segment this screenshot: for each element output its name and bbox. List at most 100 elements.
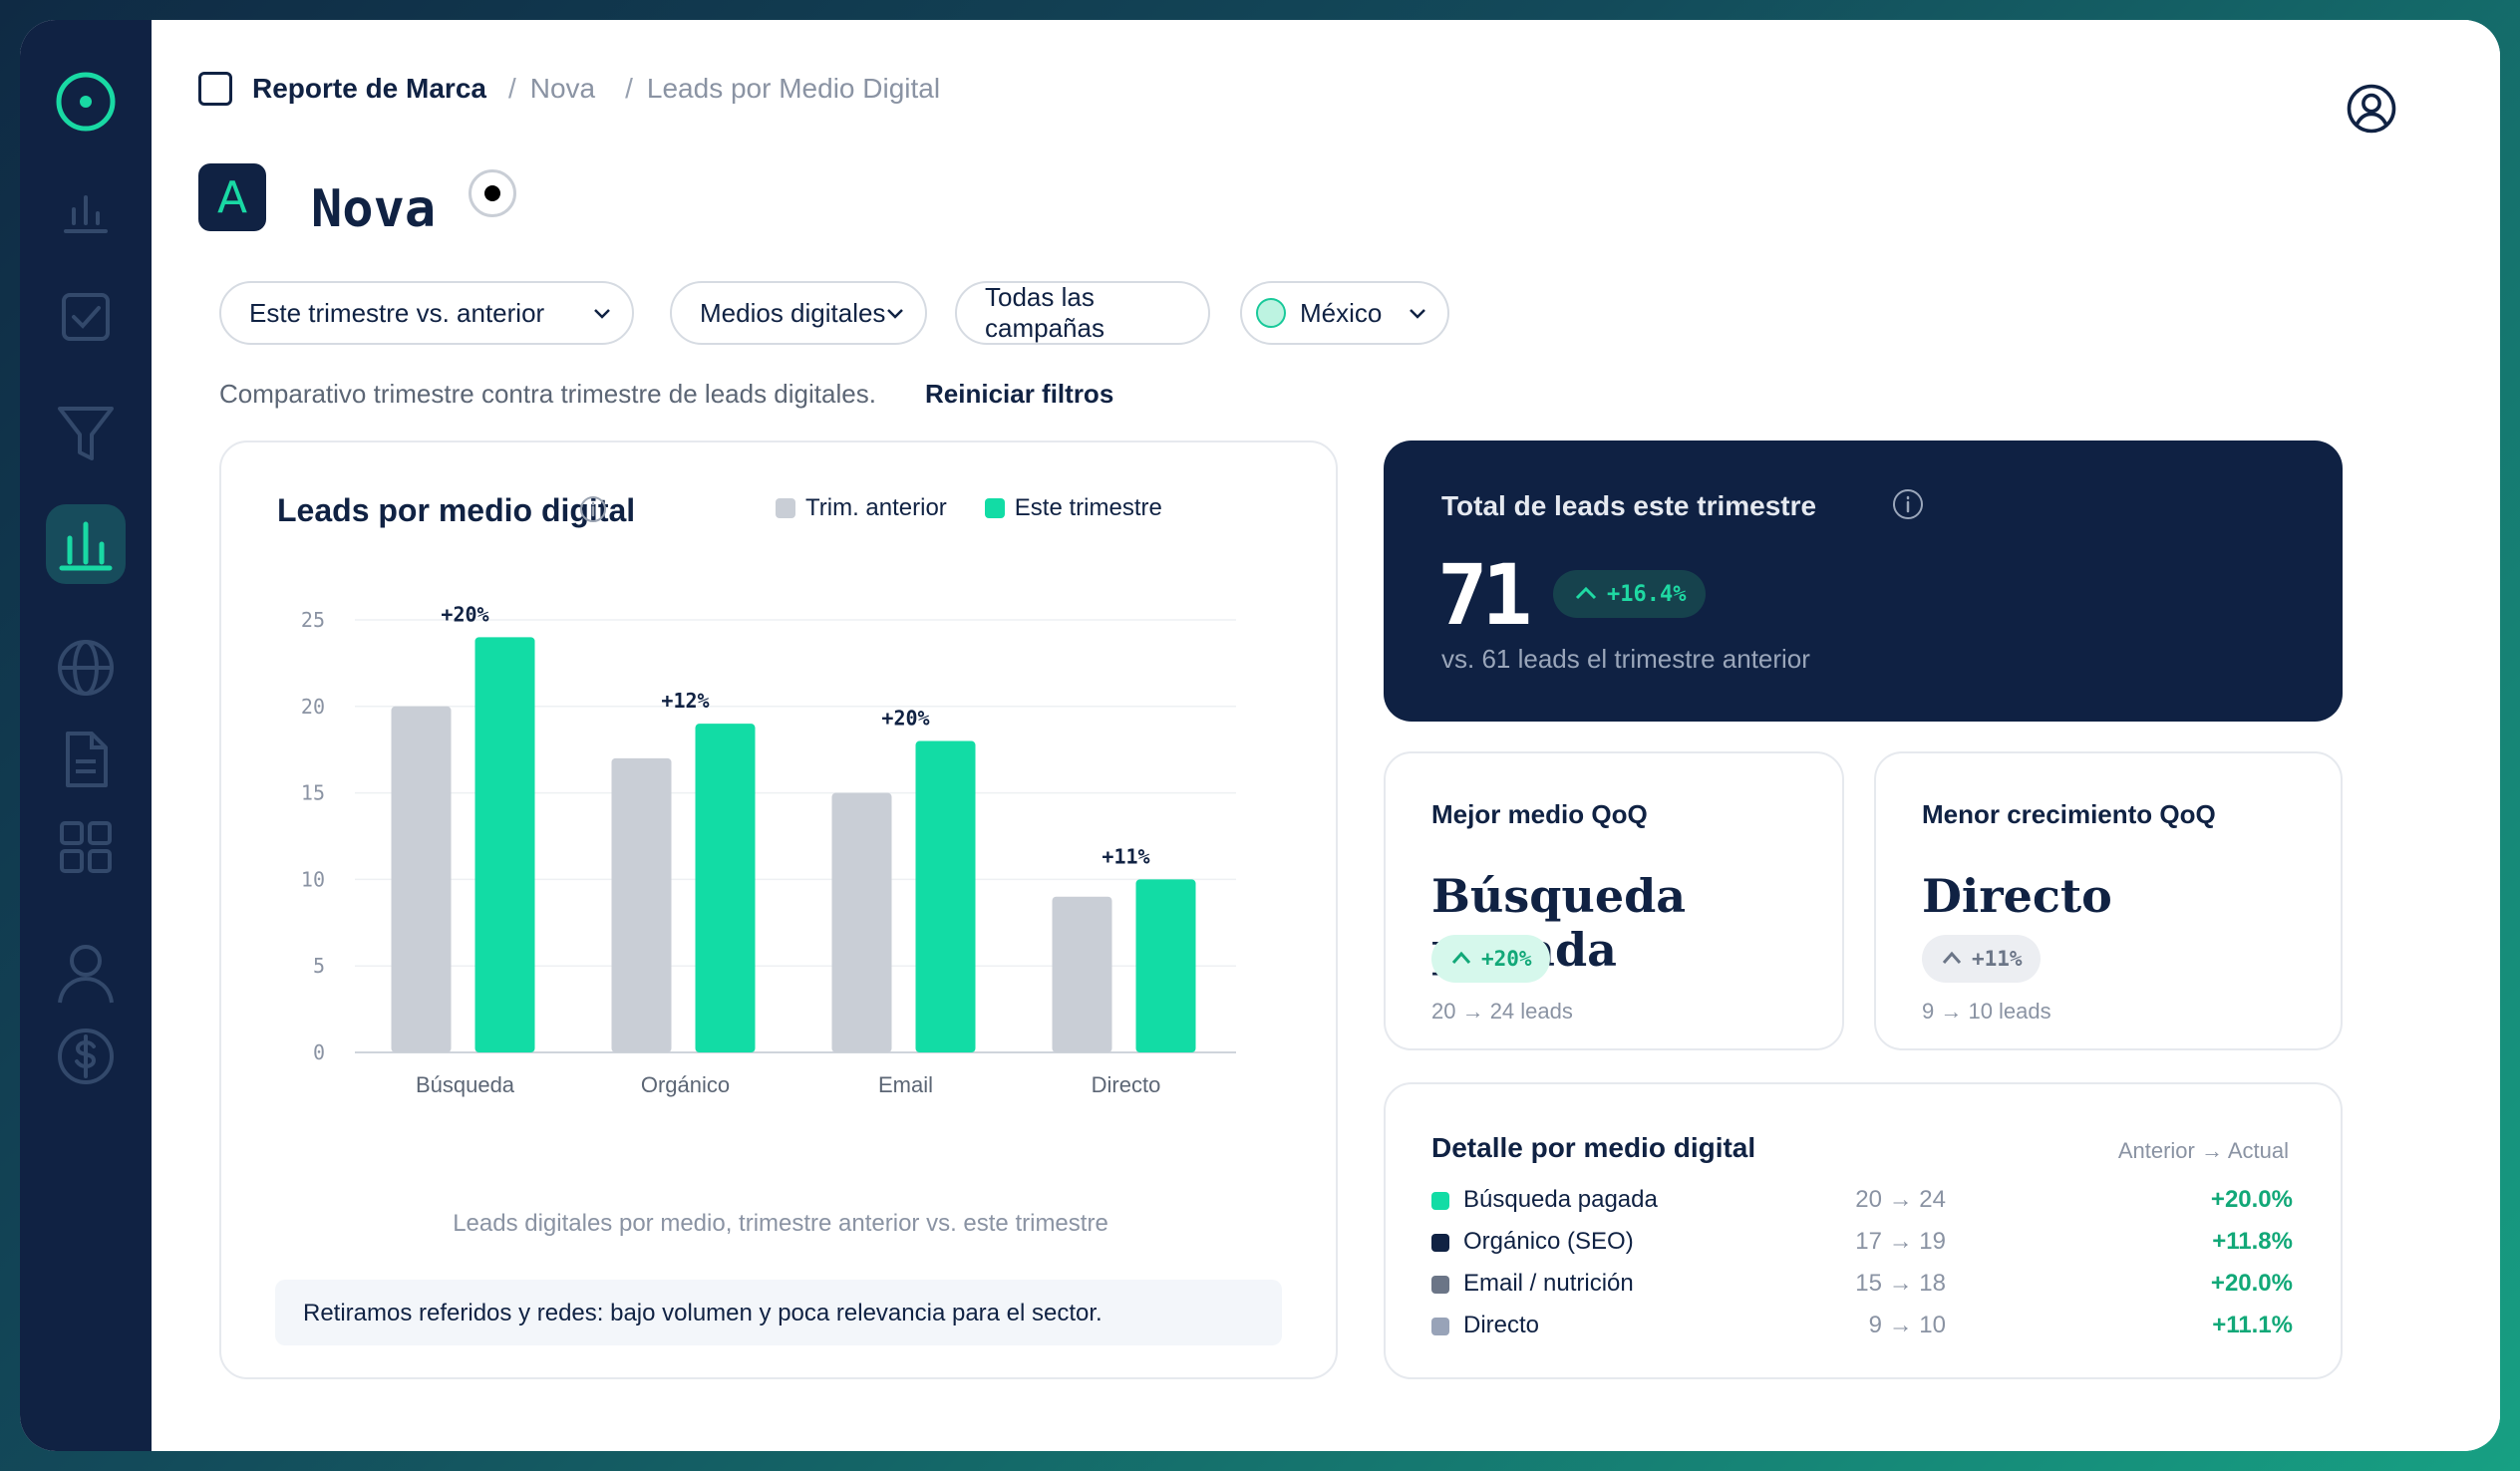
info-icon[interactable] (578, 494, 608, 524)
bar-change-label: +20% (441, 602, 488, 626)
bar-change-label: +20% (881, 707, 929, 731)
detail-swatch (1431, 1234, 1449, 1252)
legend-label: Este trimestre (1014, 494, 1162, 521)
lowest-change-value: +11% (1972, 947, 2023, 971)
arrow-up-icon (1451, 951, 1471, 964)
app-window: Reporte de Marca / Nova / Leads por Medi… (20, 20, 2500, 1451)
detail-values: 15 → 18 (1855, 1270, 1946, 1297)
breadcrumb-separator: / (625, 73, 633, 104)
chart-legend: Trim. anterior Este trimestre (776, 494, 1200, 522)
y-tick-label: 25 (301, 608, 325, 632)
reset-filters-link[interactable]: Reiniciar filtros (925, 379, 1113, 410)
bar-current (1135, 879, 1196, 1052)
detail-change: +20.0% (2210, 1186, 2293, 1213)
detail-channel-name: Búsqueda pagada (1463, 1186, 1658, 1213)
y-tick-label: 0 (313, 1040, 325, 1064)
info-icon[interactable] (1890, 486, 1926, 522)
total-change-value: +16.4% (1607, 581, 1687, 607)
main-content: Reporte de Marca / Nova / Leads por Medi… (152, 20, 2500, 1451)
period-select-value: Este trimestre vs. anterior (249, 297, 545, 328)
channels-select[interactable]: Medios digitales (670, 281, 927, 345)
total-change-badge: +16.4% (1553, 570, 1707, 618)
chevron-down-icon (594, 309, 610, 319)
checkbox-icon[interactable] (46, 277, 126, 357)
detail-row: Email / nutrición 15 → 18 +20.0% (1431, 1266, 2293, 1306)
detail-row: Búsqueda pagada 20 → 24 +20.0% (1431, 1182, 2293, 1222)
channel-detail-card: Detalle por medio digital Anterior → Act… (1384, 1082, 2343, 1379)
lowest-change-badge: +11% (1922, 935, 2041, 983)
bar-previous (831, 792, 892, 1052)
legend-swatch (984, 498, 1005, 518)
funnel-icon[interactable] (46, 393, 126, 472)
grid-apps-icon[interactable] (46, 807, 126, 887)
lowest-growth-detail: 9 → 10 leads (1922, 999, 2051, 1024)
bar-previous (391, 706, 452, 1052)
detail-row: Directo 9 → 10 +11.1% (1431, 1308, 2293, 1347)
bar-chart-icon[interactable] (46, 171, 126, 251)
legend-label: Trim. anterior (805, 494, 947, 521)
leads-chart-icon[interactable] (46, 504, 126, 584)
bar-current (695, 724, 756, 1052)
arrow-up-icon (1942, 951, 1962, 964)
chevron-down-icon (887, 309, 903, 319)
breadcrumb-root[interactable]: Reporte de Marca (252, 73, 486, 105)
arrow-up-icon (1575, 586, 1597, 600)
region-select-value: México (1300, 297, 1383, 328)
dot-icon (484, 185, 500, 201)
detail-swatch (1431, 1192, 1449, 1210)
bar-change-label: +12% (661, 689, 709, 713)
total-leads-label: Total de leads este trimestre (1441, 490, 1817, 521)
x-tick-label: Búsqueda (416, 1072, 515, 1097)
sidebar-toggle-icon[interactable] (198, 72, 232, 106)
detail-title: Detalle por medio digital (1431, 1132, 1756, 1163)
account-icon[interactable] (2327, 64, 2416, 153)
brand-avatar: A (198, 163, 266, 231)
region-select[interactable]: México (1240, 281, 1449, 345)
y-tick-label: 15 (301, 781, 325, 805)
total-leads-card: Total de leads este trimestre 71 +16.4% … (1384, 441, 2343, 722)
x-tick-label: Directo (1092, 1072, 1161, 1097)
detail-row: Orgánico (SEO) 17 → 19 +11.8% (1431, 1224, 2293, 1264)
brand-avatar-letter: A (216, 171, 248, 223)
best-channel-detail: 20 → 24 leads (1431, 999, 1573, 1024)
best-channel-label: Mejor medio QoQ (1431, 799, 1648, 829)
bar-current (474, 637, 535, 1052)
best-change-value: +20% (1481, 947, 1532, 971)
bar-previous (1052, 896, 1112, 1052)
detail-change: +20.0% (2210, 1270, 2293, 1297)
lowest-growth-value: Directo (1922, 869, 2112, 923)
leads-bar-chart: 0 5 10 15 20 25 +20% Búsqueda +12% Orgánico +20% Em… (301, 602, 1236, 1097)
dollar-icon[interactable] (46, 1017, 126, 1096)
document-icon[interactable] (46, 720, 126, 799)
brand-switcher-button[interactable] (469, 169, 516, 217)
breadcrumb: Reporte de Marca / Nova / Leads por Medi… (198, 72, 940, 106)
x-tick-label: Email (878, 1072, 933, 1097)
lowest-growth-label: Menor crecimiento QoQ (1922, 799, 2216, 829)
best-change-badge: +20% (1431, 935, 1550, 983)
campaigns-select-value: Todas las campañas (985, 282, 1104, 343)
detail-channel-name: Directo (1463, 1312, 1540, 1338)
y-tick-label: 10 (301, 867, 325, 891)
region-flag-icon (1256, 298, 1286, 328)
period-select[interactable]: Este trimestre vs. anterior (219, 281, 634, 345)
detail-change: +11.8% (2212, 1228, 2293, 1255)
detail-channel-name: Email / nutrición (1463, 1270, 1634, 1297)
user-icon[interactable] (46, 933, 126, 1013)
detail-values: 20 → 24 (1855, 1186, 1946, 1213)
detail-change: +11.1% (2212, 1312, 2293, 1338)
globe-icon[interactable] (46, 628, 126, 708)
x-tick-label: Orgánico (641, 1072, 730, 1097)
breadcrumb-brand[interactable]: Nova (530, 73, 595, 105)
detail-column-header: Anterior → Actual (2117, 1138, 2289, 1163)
bar-previous (611, 757, 672, 1052)
detail-channel-name: Orgánico (SEO) (1463, 1228, 1634, 1255)
chart-card: Leads por medio digital Trim. anterior E… (219, 441, 1338, 1379)
detail-values: 17 → 19 (1855, 1228, 1946, 1255)
brand-logo-icon[interactable] (46, 62, 126, 142)
detail-swatch (1431, 1276, 1449, 1294)
channels-select-value: Medios digitales (700, 297, 886, 328)
chart-caption: Leads digitales por medio, trimestre ant… (453, 1210, 1108, 1237)
breadcrumb-separator: / (507, 73, 516, 104)
detail-values: 9 → 10 (1868, 1312, 1946, 1338)
campaigns-select[interactable]: Todas las campañas (955, 281, 1210, 345)
